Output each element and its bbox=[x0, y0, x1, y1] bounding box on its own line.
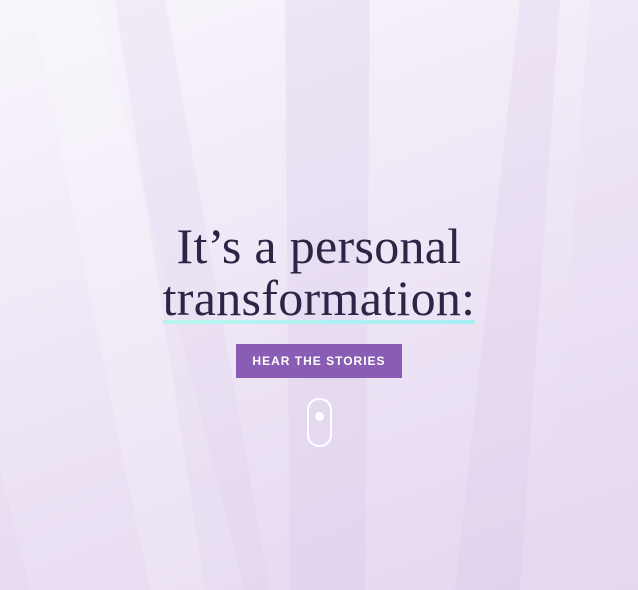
hero-section: It’s a personal transformation: HEAR THE… bbox=[0, 0, 638, 590]
headline-line-2-wrapper: transformation: bbox=[0, 270, 638, 328]
headline-line-2: transformation: bbox=[162, 270, 476, 328]
hero-content: It’s a personal transformation: HEAR THE… bbox=[0, 220, 638, 378]
scroll-mouse-icon[interactable] bbox=[307, 398, 332, 447]
hero-headline: It’s a personal transformation: bbox=[0, 218, 638, 328]
hear-the-stories-button[interactable]: HEAR THE STORIES bbox=[236, 344, 402, 378]
headline-line-1: It’s a personal bbox=[176, 218, 462, 274]
scroll-wheel-dot bbox=[315, 412, 324, 421]
